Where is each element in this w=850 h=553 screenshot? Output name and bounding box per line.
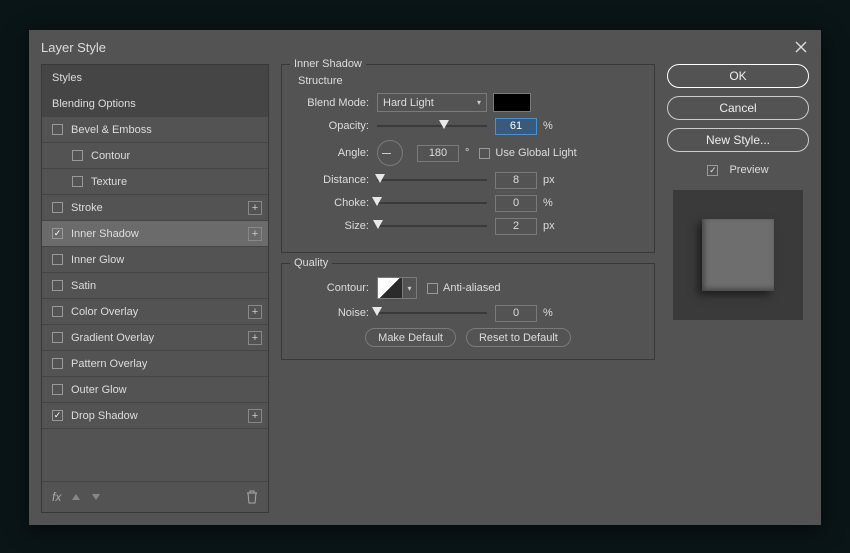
structure-title: Structure xyxy=(298,75,644,87)
effect-stroke[interactable]: Stroke+ xyxy=(42,195,268,221)
angle-input[interactable]: 180 xyxy=(417,145,459,162)
size-input[interactable]: 2 xyxy=(495,218,537,235)
styles-header[interactable]: Styles xyxy=(42,65,268,91)
noise-label: Noise: xyxy=(292,307,377,319)
noise-row: Noise: 0 % xyxy=(292,304,644,322)
quality-title: Quality xyxy=(290,257,332,269)
size-row: Size: 2 px xyxy=(292,217,644,235)
effect-inner-glow[interactable]: Inner Glow xyxy=(42,247,268,273)
effect-contour[interactable]: Contour xyxy=(42,143,268,169)
trash-icon[interactable] xyxy=(246,490,258,504)
antialiased-label: Anti-aliased xyxy=(443,282,500,294)
effect-pattern-overlay[interactable]: Pattern Overlay xyxy=(42,351,268,377)
list-spacer xyxy=(42,429,268,482)
global-light-checkbox[interactable] xyxy=(479,148,490,159)
distance-slider[interactable] xyxy=(377,173,487,187)
add-icon[interactable]: + xyxy=(248,227,262,241)
contour-swatch[interactable] xyxy=(377,277,403,299)
ok-button[interactable]: OK xyxy=(667,64,809,88)
effect-texture[interactable]: Texture xyxy=(42,169,268,195)
effect-outer-glow[interactable]: Outer Glow xyxy=(42,377,268,403)
effect-bevel-emboss[interactable]: Bevel & Emboss xyxy=(42,117,268,143)
chevron-down-icon: ▾ xyxy=(477,98,481,107)
checkbox-icon[interactable]: ✓ xyxy=(52,228,63,239)
checkbox-icon[interactable] xyxy=(52,332,63,343)
angle-label: Angle: xyxy=(292,147,377,159)
checkbox-icon[interactable] xyxy=(52,280,63,291)
titlebar: Layer Style xyxy=(29,30,821,64)
preview-checkbox[interactable]: ✓ xyxy=(707,165,718,176)
effect-inner-shadow[interactable]: ✓Inner Shadow+ xyxy=(42,221,268,247)
arrow-up-icon[interactable] xyxy=(71,492,81,502)
add-icon[interactable]: + xyxy=(248,331,262,345)
structure-group: Inner Shadow Structure Blend Mode: Hard … xyxy=(281,64,655,253)
fx-icon[interactable]: fx xyxy=(52,490,61,504)
contour-row: Contour: ▾ Anti-aliased xyxy=(292,277,644,299)
angle-dial[interactable] xyxy=(377,140,403,166)
checkbox-icon[interactable]: ✓ xyxy=(52,410,63,421)
opacity-slider[interactable] xyxy=(377,119,487,133)
panel-title: Inner Shadow xyxy=(290,58,366,70)
global-light-label: Use Global Light xyxy=(495,147,576,159)
blend-mode-label: Blend Mode: xyxy=(292,97,377,109)
effect-color-overlay[interactable]: Color Overlay+ xyxy=(42,299,268,325)
checkbox-icon[interactable] xyxy=(52,384,63,395)
blend-mode-select[interactable]: Hard Light ▾ xyxy=(377,93,487,112)
antialiased-checkbox[interactable] xyxy=(427,283,438,294)
checkbox-icon[interactable] xyxy=(52,254,63,265)
blend-mode-row: Blend Mode: Hard Light ▾ xyxy=(292,93,644,112)
preview-label: Preview xyxy=(729,164,768,176)
checkbox-icon[interactable] xyxy=(52,124,63,135)
make-default-button[interactable]: Make Default xyxy=(365,328,456,347)
effects-footer: fx xyxy=(42,482,268,512)
choke-row: Choke: 0 % xyxy=(292,194,644,212)
close-icon[interactable] xyxy=(793,39,809,55)
arrow-down-icon[interactable] xyxy=(91,492,101,502)
checkbox-icon[interactable] xyxy=(52,202,63,213)
dialog-buttons: OK Cancel New Style... ✓ Preview xyxy=(667,64,809,513)
size-slider[interactable] xyxy=(377,219,487,233)
opacity-input[interactable]: 61 xyxy=(495,118,537,135)
effect-satin[interactable]: Satin xyxy=(42,273,268,299)
checkbox-icon[interactable] xyxy=(72,176,83,187)
checkbox-icon[interactable] xyxy=(52,306,63,317)
opacity-label: Opacity: xyxy=(292,120,377,132)
dialog-content: Styles Blending Options Bevel & Emboss C… xyxy=(29,64,821,525)
add-icon[interactable]: + xyxy=(248,201,262,215)
noise-slider[interactable] xyxy=(377,306,487,320)
effects-list: Styles Blending Options Bevel & Emboss C… xyxy=(41,64,269,513)
new-style-button[interactable]: New Style... xyxy=(667,128,809,152)
preview-swatch xyxy=(673,190,803,320)
layer-style-dialog: Layer Style Styles Blending Options Beve… xyxy=(29,30,821,525)
preview-inner xyxy=(702,219,774,291)
add-icon[interactable]: + xyxy=(248,305,262,319)
quality-group: Quality Contour: ▾ Anti-aliased Noise: 0… xyxy=(281,263,655,360)
choke-label: Choke: xyxy=(292,197,377,209)
effect-gradient-overlay[interactable]: Gradient Overlay+ xyxy=(42,325,268,351)
distance-input[interactable]: 8 xyxy=(495,172,537,189)
blending-options-row[interactable]: Blending Options xyxy=(42,91,268,117)
checkbox-icon[interactable] xyxy=(72,150,83,161)
add-icon[interactable]: + xyxy=(248,409,262,423)
cancel-button[interactable]: Cancel xyxy=(667,96,809,120)
checkbox-icon[interactable] xyxy=(52,358,63,369)
distance-label: Distance: xyxy=(292,174,377,186)
angle-row: Angle: 180 ° Use Global Light xyxy=(292,140,644,166)
opacity-row: Opacity: 61 % xyxy=(292,117,644,135)
settings-panel: Inner Shadow Structure Blend Mode: Hard … xyxy=(281,64,655,513)
noise-input[interactable]: 0 xyxy=(495,305,537,322)
color-swatch[interactable] xyxy=(493,93,531,112)
choke-slider[interactable] xyxy=(377,196,487,210)
size-label: Size: xyxy=(292,220,377,232)
distance-row: Distance: 8 px xyxy=(292,171,644,189)
dialog-title: Layer Style xyxy=(41,40,106,55)
choke-input[interactable]: 0 xyxy=(495,195,537,212)
contour-dropdown[interactable]: ▾ xyxy=(403,277,417,299)
contour-label: Contour: xyxy=(292,282,377,294)
reset-default-button[interactable]: Reset to Default xyxy=(466,328,571,347)
effect-drop-shadow[interactable]: ✓Drop Shadow+ xyxy=(42,403,268,429)
